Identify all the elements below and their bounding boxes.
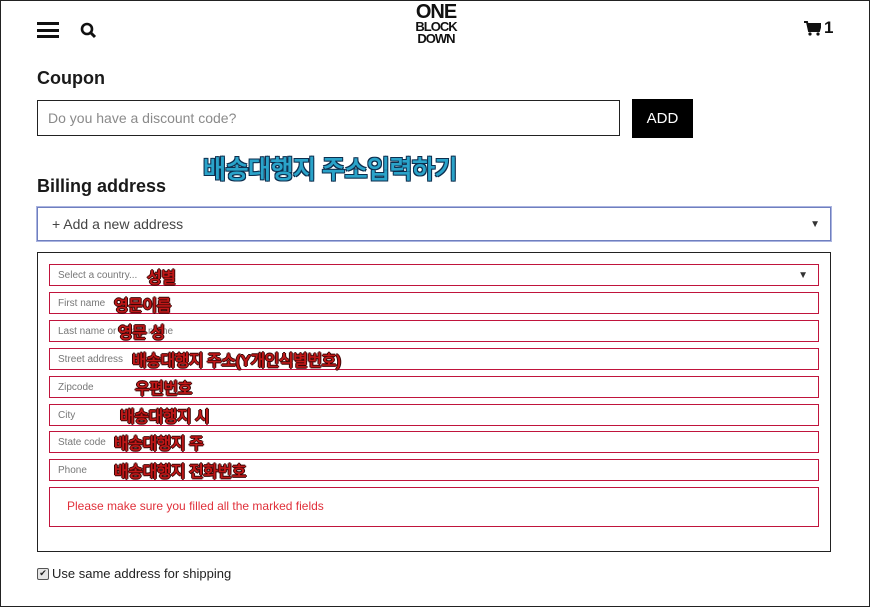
field-placeholder: Select a country... — [58, 269, 138, 281]
logo-line: DOWN — [417, 30, 455, 46]
chevron-down-icon: ▼ — [798, 269, 808, 281]
field-placeholder: Phone — [58, 464, 87, 476]
annotation-title: 배송대행지 주소입력하기 — [203, 156, 457, 184]
field-annotation: 배송대행지 주소(Y개인식별번호) — [132, 353, 341, 370]
billing-title: Billing address — [37, 176, 167, 196]
add-coupon-button[interactable]: ADD — [632, 99, 693, 138]
field-annotation: 영문 성 — [118, 325, 165, 342]
field-annotation: 배송대행지 주 — [114, 436, 204, 453]
field-placeholder: State code — [58, 436, 106, 448]
field-placeholder: Zipcode — [58, 381, 94, 393]
field-annotation: 우편번호 — [135, 381, 192, 398]
field-annotation: 배송대행지 전화번호 — [114, 464, 246, 481]
same-address-option[interactable]: ✔ Use same address for shipping — [37, 566, 231, 581]
menu-icon[interactable] — [37, 22, 59, 38]
field-annotation: 영문이름 — [114, 298, 171, 315]
field-annotation: 배송대행지 시 — [120, 409, 210, 426]
discount-code-input[interactable] — [37, 100, 620, 136]
same-address-label: Use same address for shipping — [52, 566, 232, 581]
same-address-checkbox[interactable]: ✔ — [37, 567, 49, 580]
cart-icon — [804, 20, 821, 36]
cart-button[interactable]: 1 — [804, 18, 833, 38]
coupon-title: Coupon — [37, 68, 105, 88]
field-annotation: 성별 — [147, 270, 176, 287]
field-placeholder: First name — [58, 297, 106, 309]
address-select-value: + Add a new address — [52, 216, 184, 232]
chevron-down-icon: ▼ — [810, 218, 820, 230]
cart-count: 1 — [824, 18, 834, 37]
field-placeholder: City — [58, 409, 76, 421]
address-select[interactable]: + Add a new address ▼ — [37, 207, 831, 241]
brand-logo[interactable]: ONE BLOCK DOWN — [407, 2, 465, 46]
search-icon[interactable] — [80, 22, 97, 44]
error-message: Please make sure you filled all the mark… — [49, 487, 819, 527]
field-placeholder: Street address — [58, 353, 124, 365]
